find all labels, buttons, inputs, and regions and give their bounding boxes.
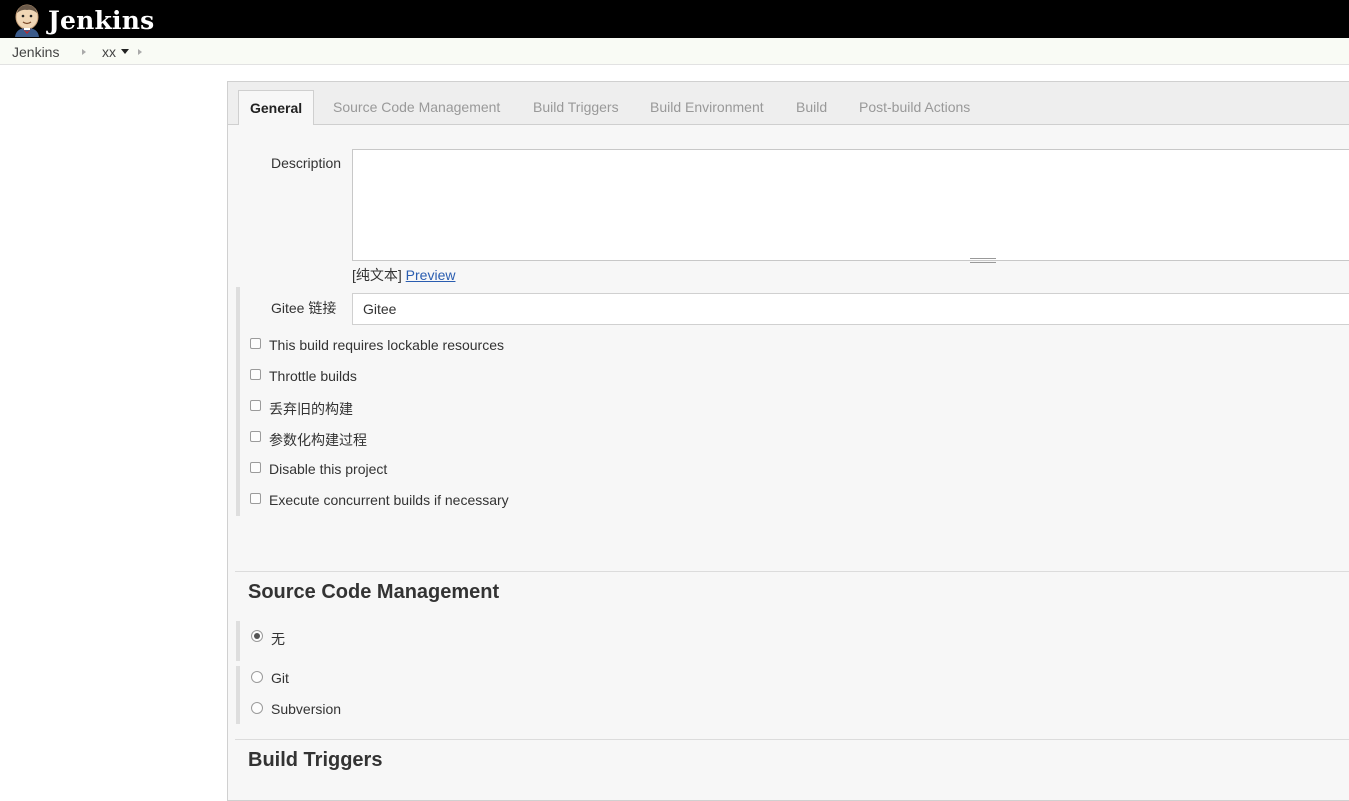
jenkins-logo[interactable]: Jenkins (10, 2, 154, 38)
discard-old-builds-label[interactable]: 丢弃旧的构建 (269, 399, 353, 419)
section-divider (235, 571, 1349, 572)
concurrent-builds-label[interactable]: Execute concurrent builds if necessary (269, 492, 509, 508)
lockable-resources-checkbox[interactable] (250, 338, 261, 349)
scm-subversion-label[interactable]: Subversion (271, 701, 341, 717)
disable-project-checkbox[interactable] (250, 462, 261, 473)
tab-post-build-actions[interactable]: Post-build Actions (859, 99, 970, 115)
throttle-builds-label[interactable]: Throttle builds (269, 368, 357, 384)
tab-build[interactable]: Build (796, 99, 827, 115)
breadcrumb-item-job[interactable]: xx (102, 44, 116, 60)
chevron-down-icon[interactable] (121, 49, 129, 54)
textarea-resize-handle[interactable] (970, 258, 996, 263)
description-label: Description (271, 155, 342, 171)
breadcrumb-item-jenkins[interactable]: Jenkins (12, 44, 59, 60)
config-panel: General Source Code Management Build Tri… (227, 81, 1349, 801)
plain-text-mode-label: [纯文本] (352, 267, 402, 283)
lockable-resources-label[interactable]: This build requires lockable resources (269, 337, 504, 353)
scm-section-title: Source Code Management (248, 581, 500, 603)
gitee-link-select[interactable]: Gitee (352, 293, 1349, 325)
top-header: Jenkins (0, 0, 1349, 38)
scm-git-radio[interactable] (251, 671, 263, 683)
jenkins-wordmark: Jenkins (48, 5, 155, 35)
breadcrumb: Jenkins xx (0, 38, 1349, 65)
gitee-link-label: Gitee 链接 (271, 300, 337, 316)
description-format-helper: [纯文本] Preview (352, 265, 455, 285)
description-textarea[interactable] (352, 149, 1349, 261)
preview-link[interactable]: Preview (406, 267, 456, 283)
section-divider (235, 739, 1349, 740)
section-indent-bar (236, 666, 240, 724)
breadcrumb-separator-icon (82, 49, 86, 55)
jenkins-butler-icon (10, 3, 44, 37)
breadcrumb-separator-icon (138, 49, 142, 55)
parameterized-build-label[interactable]: 参数化构建过程 (269, 430, 367, 450)
tab-general[interactable]: General (238, 90, 315, 125)
tab-source-code-management[interactable]: Source Code Management (333, 99, 500, 115)
scm-none-label[interactable]: 无 (271, 629, 285, 649)
build-triggers-section-title: Build Triggers (248, 749, 383, 771)
disable-project-label[interactable]: Disable this project (269, 461, 387, 477)
scm-subversion-radio[interactable] (251, 702, 263, 714)
section-indent-bar (236, 621, 240, 661)
tab-build-triggers[interactable]: Build Triggers (533, 99, 619, 115)
parameterized-build-checkbox[interactable] (250, 431, 261, 442)
tab-build-environment[interactable]: Build Environment (650, 99, 764, 115)
scm-git-label[interactable]: Git (271, 670, 289, 686)
discard-old-builds-checkbox[interactable] (250, 400, 261, 411)
concurrent-builds-checkbox[interactable] (250, 493, 261, 504)
config-tab-bar: General Source Code Management Build Tri… (228, 82, 1349, 125)
section-indent-bar (236, 287, 240, 516)
scm-none-radio[interactable] (251, 630, 263, 642)
throttle-builds-checkbox[interactable] (250, 369, 261, 380)
